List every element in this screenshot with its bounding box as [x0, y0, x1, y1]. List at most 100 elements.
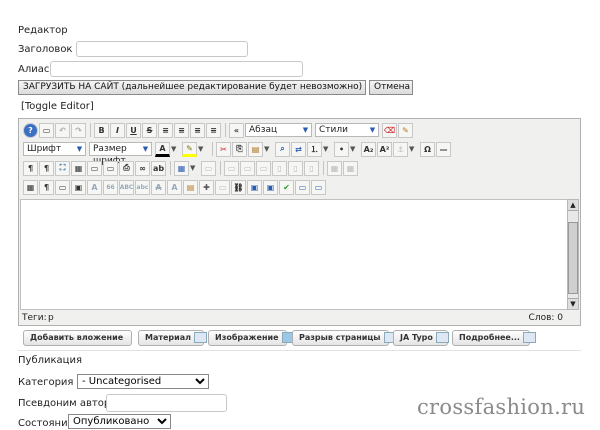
highlight-color-icon[interactable]: ✎ — [182, 141, 197, 157]
new-document-icon[interactable]: ▭ — [39, 122, 54, 138]
acronym-icon[interactable]: ABC — [119, 179, 134, 195]
chevron-down-icon[interactable]: ▼ — [171, 142, 179, 157]
insert-row-before-icon[interactable]: ▭ — [224, 160, 239, 176]
anchor-icon[interactable]: ⚓ — [393, 141, 408, 157]
ja-typo-button[interactable]: JA Typo — [393, 330, 449, 346]
layer-icon[interactable]: ✚ — [199, 179, 214, 195]
alias-input[interactable] — [50, 61, 303, 77]
article-button[interactable]: Материал — [138, 330, 208, 346]
link-icon[interactable]: ⛓ — [231, 179, 246, 195]
fullscreen-icon[interactable]: ⛶ — [55, 160, 70, 176]
scrollbar-thumb[interactable] — [568, 222, 578, 294]
title-input[interactable] — [76, 41, 248, 57]
cite-icon[interactable]: 66 — [103, 179, 118, 195]
insert-file-icon[interactable]: ▭ — [87, 160, 102, 176]
special-char-icon[interactable]: Ω — [420, 141, 435, 157]
align-center-icon[interactable]: ≡ — [174, 122, 189, 138]
spellcheck-icon[interactable]: ab — [151, 160, 166, 176]
state-select[interactable]: Опубликовано — [68, 414, 171, 429]
table-icon[interactable]: ▦ — [174, 160, 189, 176]
chevron-down-icon[interactable]: ▼ — [323, 142, 331, 157]
align-left-icon[interactable]: ≡ — [190, 122, 205, 138]
del-icon[interactable]: abc — [135, 179, 150, 195]
path-value[interactable]: p — [48, 311, 54, 325]
chevron-down-icon[interactable]: ▼ — [264, 142, 272, 157]
bold-button[interactable]: B — [94, 122, 109, 138]
checkmark-icon[interactable]: ✔ — [279, 179, 294, 195]
chevron-down-icon[interactable]: ▼ — [409, 142, 417, 157]
help-icon[interactable]: ? — [23, 122, 38, 138]
split-cells-icon[interactable]: ▦ — [327, 160, 342, 176]
align-right-icon[interactable]: ≡ — [206, 122, 221, 138]
font-size-select[interactable]: Размер шрифт▼ — [89, 142, 152, 166]
image-button[interactable]: Изображение — [208, 330, 295, 346]
strikethrough-button[interactable]: S — [142, 122, 157, 138]
image-icon[interactable]: ▣ — [247, 179, 262, 195]
insert-col-after-icon[interactable]: ▯ — [288, 160, 303, 176]
visual-aid-icon[interactable]: ▦ — [23, 179, 38, 195]
chevron-down-icon[interactable]: ▼ — [190, 161, 198, 176]
cleanup-broom-icon[interactable]: ✎ — [398, 122, 413, 138]
readmore-icon[interactable]: ▭ — [311, 179, 326, 195]
scroll-up-icon[interactable]: ▲ — [568, 200, 578, 211]
editor-content-area[interactable] — [20, 199, 568, 310]
horizontal-rule-icon[interactable]: — — [436, 141, 451, 157]
abbr-icon[interactable]: A — [87, 179, 102, 195]
toggle-editor-link[interactable]: [Toggle Editor] — [21, 101, 94, 112]
category-select[interactable]: - Uncategorised — [77, 374, 209, 389]
chevron-down-icon[interactable]: ▼ — [350, 142, 358, 157]
copy-icon[interactable]: ⎘ — [232, 141, 247, 157]
cancel-button[interactable]: Отмена — [369, 80, 413, 95]
bullet-list-icon[interactable]: • — [334, 141, 349, 157]
numbered-list-icon[interactable]: ⒈ — [307, 141, 322, 157]
italic-button[interactable]: I — [110, 122, 125, 138]
editor-vertical-scrollbar[interactable]: ▲ ▼ — [567, 199, 579, 310]
replace-icon[interactable]: ⇄ — [291, 141, 306, 157]
eraser-icon[interactable]: ⌫ — [382, 122, 397, 138]
find-binoculars-icon[interactable]: ∞ — [135, 160, 150, 176]
redo-icon[interactable]: ↷ — [71, 122, 86, 138]
author-alias-input[interactable] — [106, 394, 227, 412]
insert-row-after-icon[interactable]: ▭ — [240, 160, 255, 176]
text-color-icon[interactable]: A — [155, 141, 170, 157]
style-props-icon[interactable]: ▤ — [183, 179, 198, 195]
superscript-icon[interactable]: A² — [377, 141, 392, 157]
image-manager-icon[interactable]: ▣ — [263, 179, 278, 195]
underline-button[interactable]: U — [126, 122, 141, 138]
delete-col-icon[interactable]: ▯ — [304, 160, 319, 176]
template-icon[interactable]: ▦ — [71, 160, 86, 176]
attributes-icon[interactable]: ▭ — [215, 179, 230, 195]
readmore-icon — [522, 332, 536, 343]
readmore-button[interactable]: Подробнее... — [452, 330, 536, 346]
undo-icon[interactable]: ↶ — [55, 122, 70, 138]
format-select[interactable]: Абзац ▼ — [245, 123, 312, 137]
font-family-select[interactable]: Шрифт ▼ — [23, 142, 86, 156]
show-blocks-icon[interactable]: ¶ — [39, 179, 54, 195]
paste-icon[interactable]: ▤ — [248, 141, 263, 157]
search-icon[interactable]: ⌕ — [275, 141, 290, 157]
strike-format-icon[interactable]: A — [151, 179, 166, 195]
preview-icon[interactable]: ▭ — [103, 160, 118, 176]
blockquote-icon[interactable]: « — [229, 122, 244, 138]
merge-cells-icon[interactable]: ▦ — [343, 160, 358, 176]
insert-media-icon[interactable]: ▣ — [71, 179, 86, 195]
toolbar-separator — [170, 161, 171, 175]
subscript-icon[interactable]: A₂ — [361, 141, 376, 157]
align-justify-icon[interactable]: ≡ — [158, 122, 173, 138]
page-break-button[interactable]: Разрыв страницы — [292, 330, 397, 346]
table-props-icon[interactable]: ▭ — [201, 160, 216, 176]
rtl-icon[interactable]: ¶ — [39, 160, 54, 176]
insert-date-icon[interactable]: ▭ — [55, 179, 70, 195]
pagebreak-icon[interactable]: ▭ — [295, 179, 310, 195]
scroll-down-icon[interactable]: ▼ — [568, 298, 578, 309]
print-icon[interactable]: ⎙ — [119, 160, 134, 176]
ins-icon[interactable]: A — [167, 179, 182, 195]
upload-button[interactable]: ЗАГРУЗИТЬ НА САЙТ (дальнейшее редактиров… — [18, 80, 366, 95]
delete-row-icon[interactable]: ▭ — [256, 160, 271, 176]
chevron-down-icon[interactable]: ▼ — [198, 142, 206, 157]
insert-col-before-icon[interactable]: ▯ — [272, 160, 287, 176]
styles-select[interactable]: Стили ▼ — [315, 123, 379, 137]
ltr-icon[interactable]: ¶ — [23, 160, 38, 176]
cut-icon[interactable]: ✂ — [216, 141, 231, 157]
add-attachment-button[interactable]: Добавить вложение — [23, 330, 132, 346]
